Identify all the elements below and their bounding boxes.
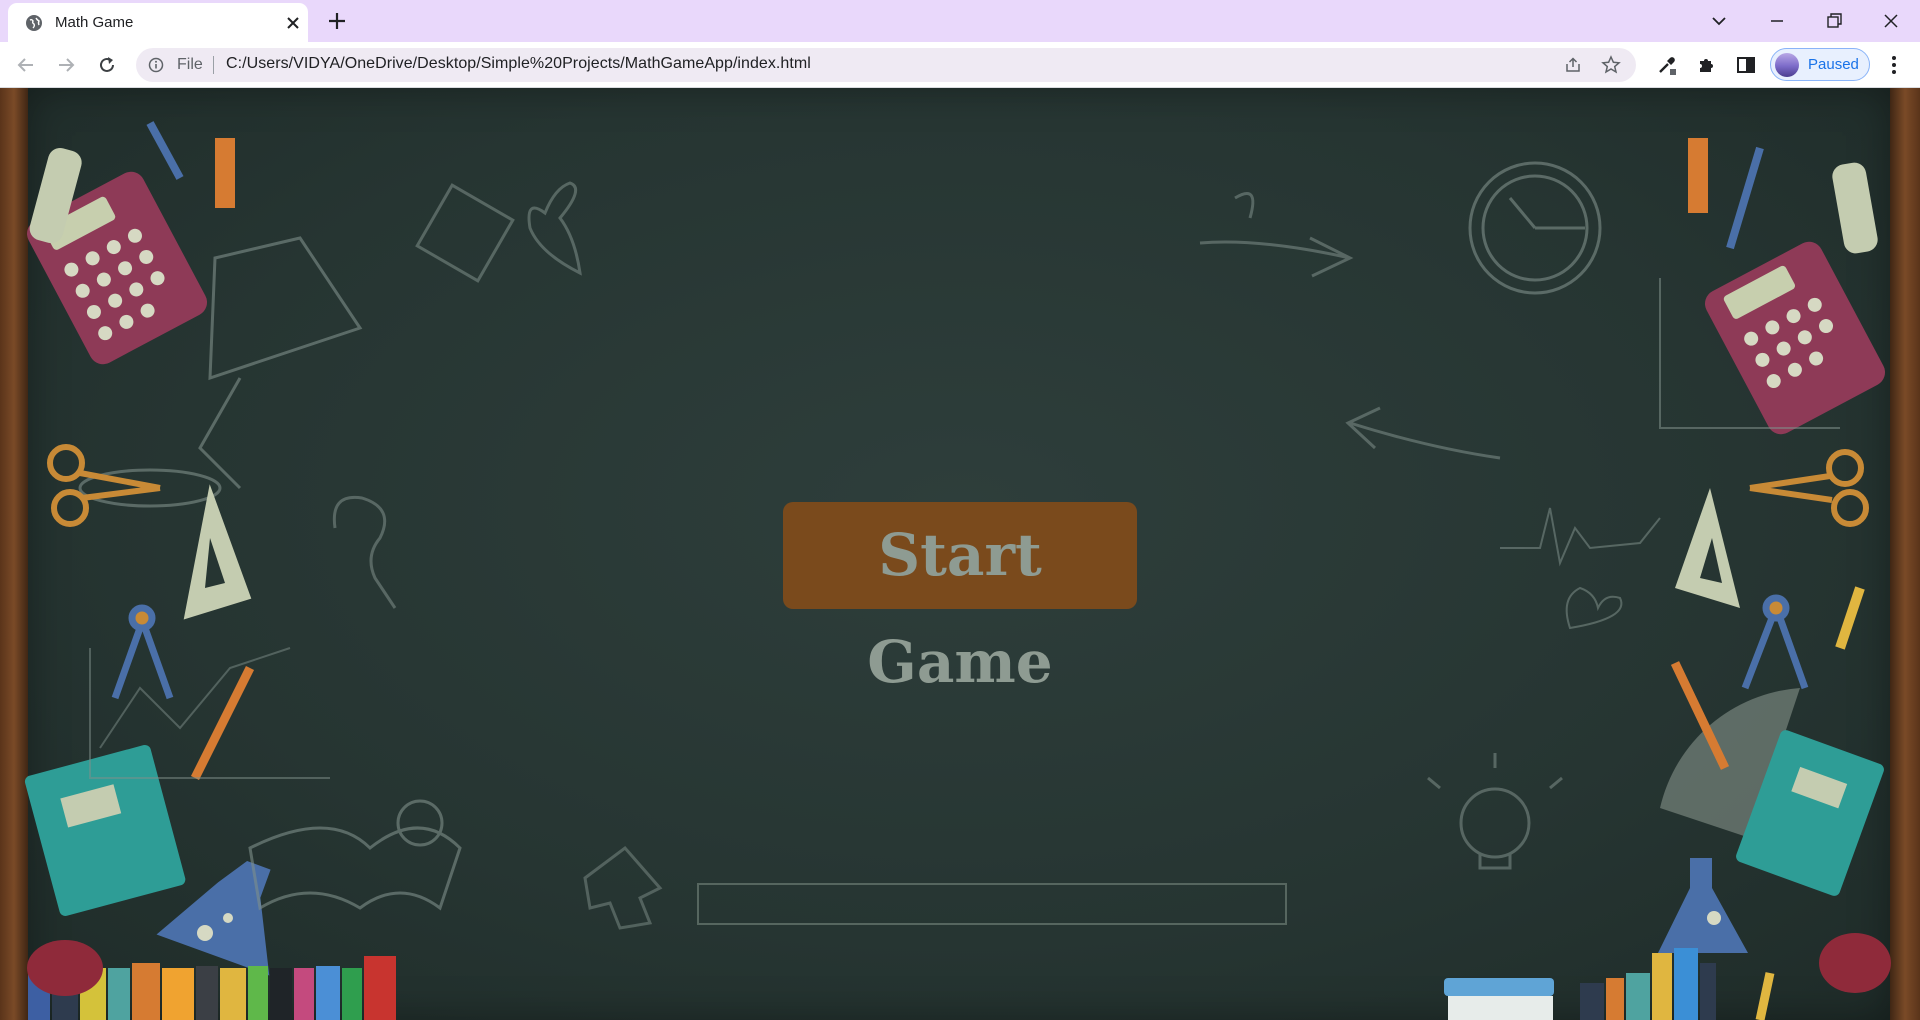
clock-doodle — [1468, 161, 1602, 295]
compass-icon — [111, 604, 174, 700]
compass-icon-right — [1741, 594, 1809, 690]
start-game-button[interactable]: Start Game — [783, 502, 1137, 696]
bookmark-star-icon[interactable] — [1601, 55, 1621, 75]
back-arrow-icon[interactable] — [14, 53, 38, 77]
triangle-ruler-icon-right — [1675, 488, 1740, 608]
new-tab-plus-icon[interactable] — [326, 10, 348, 32]
reload-icon[interactable] — [95, 53, 119, 77]
share-icon[interactable] — [1564, 56, 1582, 74]
tube-icon-right — [1832, 162, 1878, 254]
url-text[interactable]: C:/Users/VIDYA/OneDrive/Desktop/Simple%2… — [226, 55, 811, 73]
info-icon[interactable] — [148, 57, 164, 73]
divider — [213, 56, 214, 74]
heart-doodle — [415, 181, 582, 283]
side-panel-icon[interactable] — [1734, 53, 1758, 77]
restore-icon[interactable] — [1821, 8, 1847, 34]
tab-strip: Math Game — [0, 0, 1920, 42]
tab-title: Math Game — [55, 14, 134, 31]
book-stack-right — [1444, 948, 1716, 1020]
globe-icon — [26, 15, 42, 31]
browser-toolbar: File C:/Users/VIDYA/OneDrive/Desktop/Sim… — [0, 42, 1920, 88]
minimize-icon[interactable] — [1764, 8, 1790, 34]
pencil-icon-2 — [146, 121, 184, 180]
address-bar[interactable]: File C:/Users/VIDYA/OneDrive/Desktop/Sim… — [136, 48, 1636, 82]
open-book-doodle — [248, 799, 462, 911]
calculator-icon-right — [1704, 241, 1886, 435]
close-icon[interactable] — [284, 14, 302, 32]
close-window-icon[interactable] — [1878, 8, 1904, 34]
question-mark-doodle — [332, 495, 397, 609]
scissors-icon — [47, 444, 161, 527]
profile-button[interactable]: Paused — [1770, 48, 1870, 81]
flask-icon-right — [1658, 858, 1748, 953]
arrow-doodle — [1199, 192, 1501, 460]
tab-math-game[interactable]: Math Game — [8, 3, 308, 42]
extensions-puzzle-icon[interactable] — [1694, 53, 1718, 77]
pencil-icon — [190, 665, 255, 781]
scheme-label: File — [177, 56, 203, 73]
kebab-menu-icon[interactable] — [1884, 53, 1904, 77]
eyedropper-extension-icon[interactable] — [1655, 53, 1679, 77]
scissors-icon-right — [1749, 449, 1869, 527]
page-viewport: Start Game — [0, 88, 1920, 1020]
answer-input-box[interactable] — [697, 883, 1287, 925]
lightbulb-doodle — [1427, 753, 1563, 870]
tab-search-chevron-icon[interactable] — [1706, 8, 1732, 34]
profile-status: Paused — [1808, 56, 1859, 73]
forward-arrow-icon[interactable] — [54, 53, 78, 77]
triangle-ruler-icon — [183, 484, 252, 620]
arrow-box-doodle — [583, 845, 663, 930]
notebook-icon — [24, 744, 186, 916]
avatar — [1775, 53, 1799, 77]
